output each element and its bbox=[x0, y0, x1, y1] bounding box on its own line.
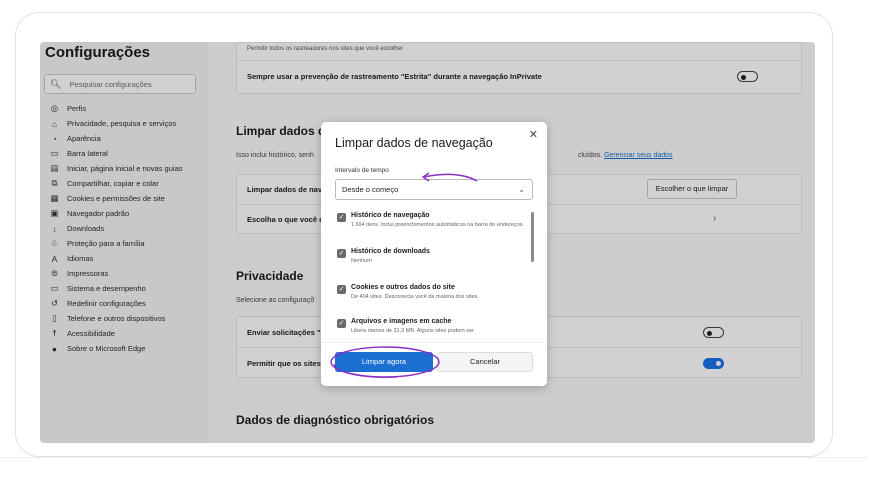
option-title: Cookies e outros dados do site bbox=[351, 284, 455, 291]
option-desc: Nenhum bbox=[351, 258, 372, 264]
option-download-history[interactable]: ✓ Histórico de downloads Nenhum bbox=[335, 248, 525, 272]
time-range-value: Desde o começo bbox=[342, 185, 399, 194]
option-desc: De 404 sites. Desconecta você da maioria… bbox=[351, 294, 479, 300]
time-range-label: Intervalo de tempo bbox=[335, 167, 389, 174]
annotation-arrow bbox=[421, 172, 478, 182]
option-desc: Libera menos de 31,3 MB. Alguns sites po… bbox=[351, 328, 474, 334]
option-title: Arquivos e imagens em cache bbox=[351, 318, 452, 325]
checkbox-checked-icon[interactable]: ✓ bbox=[337, 249, 346, 258]
cancel-button[interactable]: Cancelar bbox=[437, 352, 533, 372]
option-title: Histórico de navegação bbox=[351, 212, 430, 219]
option-title: Histórico de downloads bbox=[351, 248, 430, 255]
option-desc: 1.694 itens. Inclui preenchimentos autom… bbox=[351, 222, 525, 228]
checkbox-checked-icon[interactable]: ✓ bbox=[337, 213, 346, 222]
option-browsing-history[interactable]: ✓ Histórico de navegação 1.694 itens. In… bbox=[335, 212, 525, 246]
data-options-list: ✓ Histórico de navegação 1.694 itens. In… bbox=[335, 210, 535, 348]
annotation-circle bbox=[330, 346, 440, 378]
dialog-scrollbar[interactable] bbox=[531, 212, 534, 262]
checkbox-checked-icon[interactable]: ✓ bbox=[337, 319, 346, 328]
option-cookies[interactable]: ✓ Cookies e outros dados do site De 404 … bbox=[335, 284, 525, 308]
divider bbox=[0, 457, 868, 458]
chevron-down-icon: ⌄ bbox=[518, 185, 525, 194]
checkbox-checked-icon[interactable]: ✓ bbox=[337, 285, 346, 294]
close-icon[interactable]: ✕ bbox=[529, 128, 538, 141]
dialog-title: Limpar dados de navegação bbox=[335, 136, 493, 150]
option-cache[interactable]: ✓ Arquivos e imagens em cache Libera men… bbox=[335, 318, 525, 342]
